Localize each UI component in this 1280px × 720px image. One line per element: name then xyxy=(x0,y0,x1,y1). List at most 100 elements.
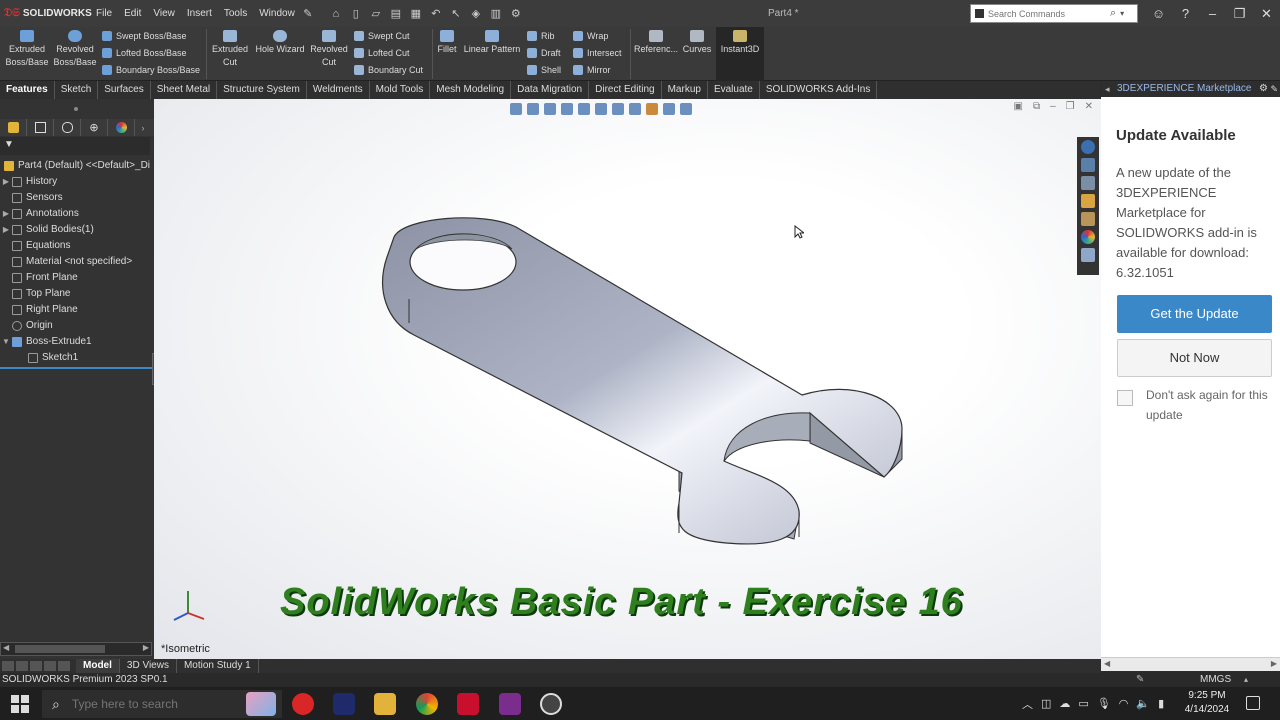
get-the-update-button[interactable]: Get the Update xyxy=(1117,295,1272,333)
minimize-icon[interactable]: – xyxy=(1199,6,1226,21)
swept-boss-button[interactable]: Swept Boss/Base xyxy=(102,30,187,42)
options-gear-icon[interactable]: ⚙ xyxy=(509,7,523,21)
swept-cut-button[interactable]: Swept Cut xyxy=(354,30,410,42)
expand-icon[interactable]: ▶ xyxy=(0,206,12,222)
tree-item-right-plane[interactable]: Right Plane xyxy=(0,302,78,318)
notifications-icon[interactable] xyxy=(1246,696,1260,710)
horizontal-scrollbar[interactable]: ◀ ▶ xyxy=(0,642,152,656)
collapse-arrow-icon[interactable]: ◂ xyxy=(1105,81,1110,97)
draft-button[interactable]: Draft xyxy=(527,47,561,59)
menu-insert[interactable]: Insert xyxy=(181,8,218,19)
pdf-app-icon[interactable] xyxy=(499,693,521,715)
windows-start-icon[interactable] xyxy=(10,694,30,714)
tab-mold-tools[interactable]: Mold Tools xyxy=(370,81,431,99)
graphics-viewport[interactable]: ▣ ⧉ – ❐ ✕ SolidWorks Basic Part - Exerci… xyxy=(154,99,1101,659)
chevron-right-icon[interactable]: › xyxy=(135,119,151,136)
close-icon[interactable]: ✕ xyxy=(1253,6,1280,22)
first-tab-icon[interactable] xyxy=(2,661,14,671)
tab-motion-study-1[interactable]: Motion Study 1 xyxy=(177,659,259,673)
taskbar-search[interactable]: ⌕ xyxy=(42,690,282,718)
tab-sketch[interactable]: Sketch xyxy=(55,81,99,99)
tree-item-equations[interactable]: Equations xyxy=(0,238,70,254)
visual-studio-icon[interactable] xyxy=(333,693,355,715)
solidworks-resources-icon[interactable] xyxy=(1081,158,1095,172)
expand-icon[interactable]: ▶ xyxy=(0,174,12,190)
more-tabs-icon[interactable] xyxy=(58,661,70,671)
taskbar-search-input[interactable] xyxy=(71,697,252,711)
tree-filter[interactable]: ▼ xyxy=(0,137,150,155)
wrench-model[interactable] xyxy=(154,99,1101,659)
chevron-down-icon[interactable]: ▾ xyxy=(1120,9,1124,18)
fillet-button[interactable]: Fillet xyxy=(434,30,460,56)
search-input[interactable] xyxy=(988,8,1108,19)
tab-solidworks-addins[interactable]: SOLIDWORKS Add-Ins xyxy=(760,81,878,99)
menu-view[interactable]: View xyxy=(147,8,181,19)
dimxpert-icon[interactable]: ⊕ xyxy=(81,119,108,136)
tab-features[interactable]: Features xyxy=(0,81,55,99)
pin-icon[interactable]: ✎ xyxy=(301,7,315,21)
tree-item-boss-extrude1[interactable]: ▼ Boss-Extrude1 xyxy=(0,334,92,350)
restore-icon[interactable]: ❐ xyxy=(1226,6,1253,22)
tab-3d-views[interactable]: 3D Views xyxy=(120,659,177,673)
microphone-icon[interactable]: 🎙 xyxy=(1097,697,1111,710)
appearances-icon[interactable] xyxy=(1081,230,1095,244)
design-library-icon[interactable] xyxy=(1081,176,1095,190)
hole-wizard-button[interactable]: Hole Wizard xyxy=(253,30,307,56)
media-player-icon[interactable] xyxy=(292,693,314,715)
wifi-icon[interactable]: ◠ xyxy=(1119,697,1129,710)
undo-icon[interactable]: ↶ xyxy=(429,7,443,21)
rebuild-status-icon[interactable]: ✎ xyxy=(1136,673,1144,687)
network-icon[interactable]: ▭ xyxy=(1078,697,1088,710)
tree-item-history[interactable]: ▶ History xyxy=(0,174,57,190)
tree-root-part[interactable]: Part4 (Default) <<Default>_Di xyxy=(0,158,150,174)
wrap-button[interactable]: Wrap xyxy=(573,30,608,42)
tab-surfaces[interactable]: Surfaces xyxy=(98,81,151,99)
rib-button[interactable]: Rib xyxy=(527,30,555,42)
user-icon[interactable]: ☺ xyxy=(1145,6,1172,21)
panel-splitter-handle[interactable] xyxy=(74,107,78,111)
menu-window[interactable]: Window xyxy=(253,8,301,19)
units-chevron-icon[interactable]: ▴ xyxy=(1244,673,1248,687)
menu-tools[interactable]: Tools xyxy=(218,8,253,19)
tray-chevron-up-icon[interactable]: ︿ xyxy=(1022,696,1033,712)
custom-properties-icon[interactable] xyxy=(1081,248,1095,262)
tab-data-migration[interactable]: Data Migration xyxy=(511,81,590,99)
taskbar-clock[interactable]: 9:25 PM 4/14/2024 xyxy=(1182,689,1232,717)
linear-pattern-button[interactable]: Linear Pattern xyxy=(461,30,523,56)
revolved-cut-button[interactable]: Revolved Cut xyxy=(307,30,351,69)
volume-icon[interactable]: 🔈 xyxy=(1136,697,1150,710)
rebuild-icon[interactable]: ◈ xyxy=(469,7,483,21)
tab-markup[interactable]: Markup xyxy=(662,81,708,99)
battery-icon[interactable]: ▮ xyxy=(1158,697,1164,710)
settings-gear-icon[interactable]: ⚙ xyxy=(1259,81,1268,97)
boundary-boss-button[interactable]: Boundary Boss/Base xyxy=(102,64,200,76)
tray-app-icon[interactable]: ◫ xyxy=(1041,697,1051,710)
previous-tab-icon[interactable] xyxy=(16,661,28,671)
tab-evaluate[interactable]: Evaluate xyxy=(708,81,760,99)
tab-direct-editing[interactable]: Direct Editing xyxy=(589,81,662,99)
not-now-button[interactable]: Not Now xyxy=(1117,339,1272,377)
tree-item-origin[interactable]: Origin xyxy=(0,318,53,334)
save-icon[interactable]: ▤ xyxy=(389,7,403,21)
search-mode-icon[interactable] xyxy=(975,9,984,18)
tree-item-solid-bodies[interactable]: ▶ Solid Bodies(1) xyxy=(0,222,94,238)
collapse-icon[interactable]: ▼ xyxy=(0,334,12,350)
last-tab-icon[interactable] xyxy=(44,661,56,671)
lofted-cut-button[interactable]: Lofted Cut xyxy=(354,47,410,59)
tree-item-material[interactable]: Material <not specified> xyxy=(0,254,132,270)
view-palette-icon[interactable] xyxy=(1081,212,1095,226)
tab-structure-system[interactable]: Structure System xyxy=(217,81,307,99)
curves-button[interactable]: Curves xyxy=(680,30,714,56)
onedrive-cloud-icon[interactable]: ☁ xyxy=(1059,697,1070,710)
intersect-button[interactable]: Intersect xyxy=(573,47,622,59)
display-manager-icon[interactable] xyxy=(108,119,135,136)
tree-item-annotations[interactable]: ▶ Annotations xyxy=(0,206,79,222)
property-manager-icon[interactable] xyxy=(27,119,54,136)
search-highlight-icon[interactable] xyxy=(246,692,276,716)
feature-tree-icon[interactable] xyxy=(0,119,27,136)
units-selector[interactable]: MMGS xyxy=(1200,673,1231,687)
search-commands-box[interactable]: ⌕ ▾ xyxy=(970,4,1138,23)
reference-geometry-button[interactable]: Referenc... xyxy=(633,30,679,56)
menu-file[interactable]: File xyxy=(90,8,118,19)
configuration-manager-icon[interactable] xyxy=(54,119,81,136)
